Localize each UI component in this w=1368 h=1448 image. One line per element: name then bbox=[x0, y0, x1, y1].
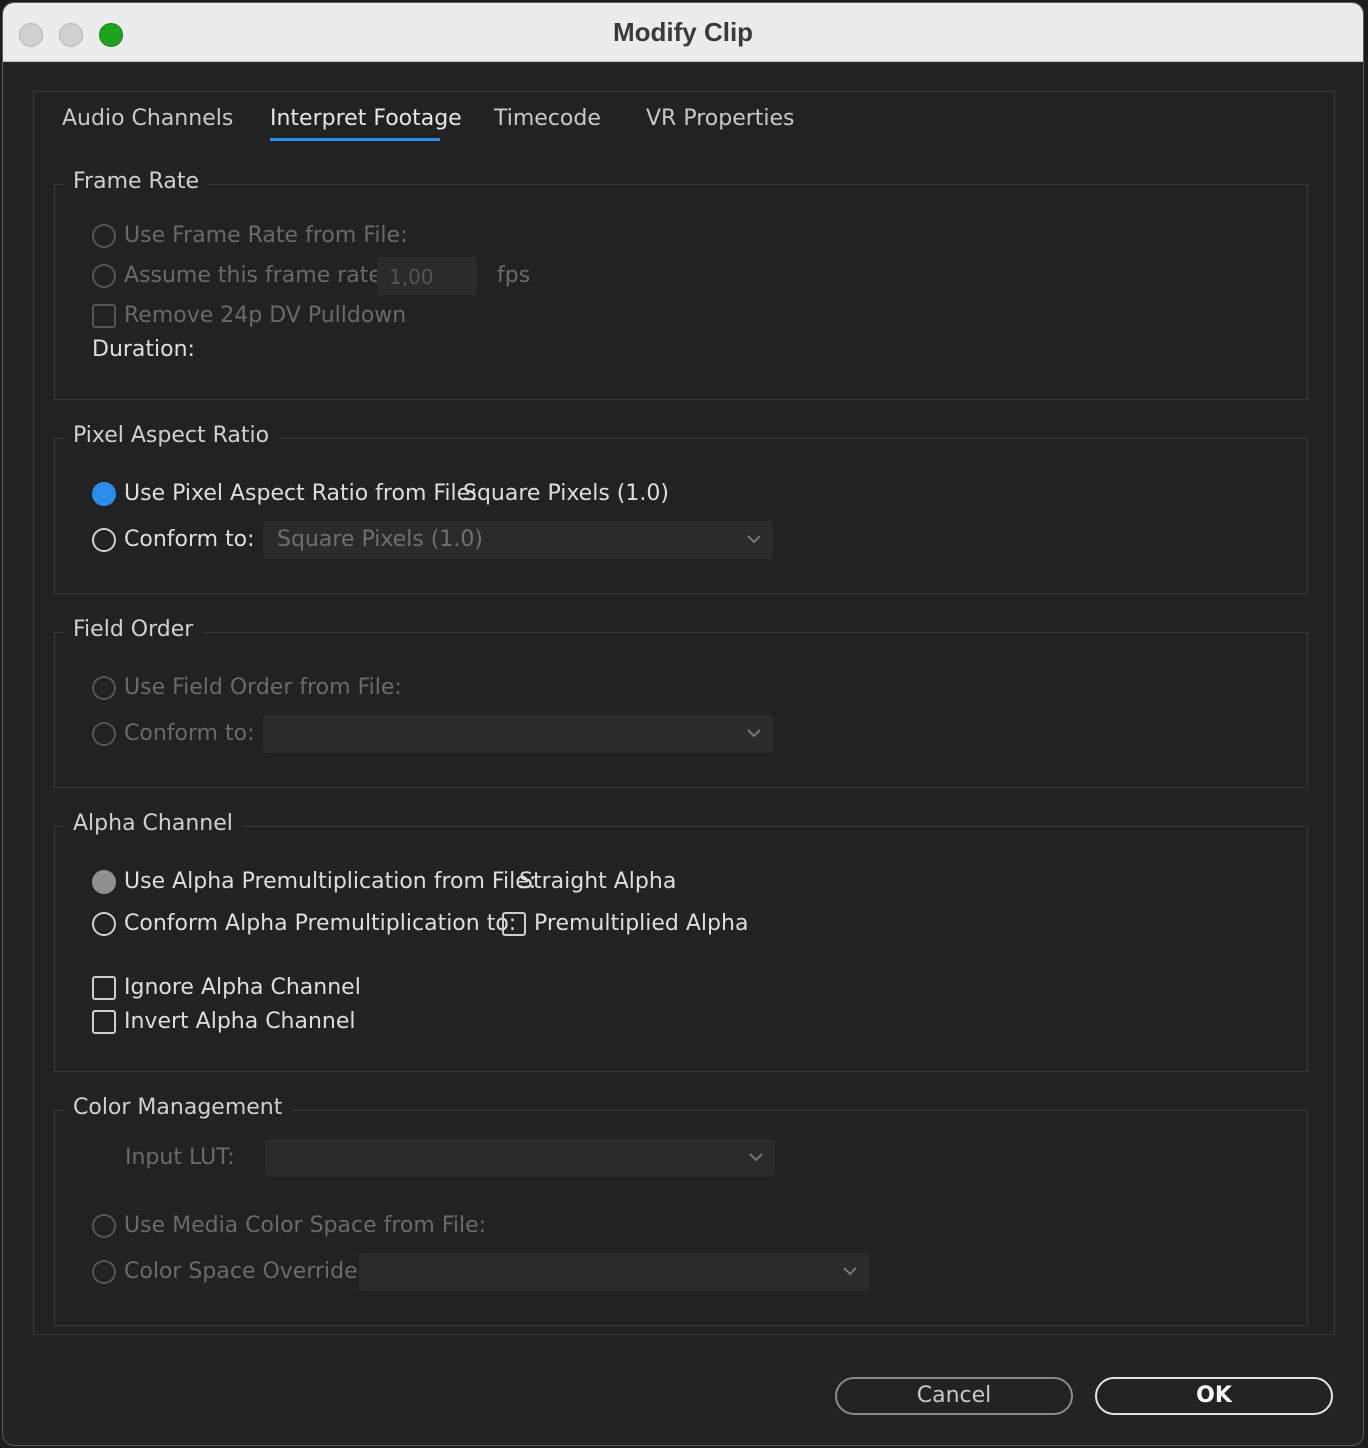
alpha-channel-legend: Alpha Channel bbox=[63, 811, 243, 836]
color-space-override-option[interactable]: Color Space Override: bbox=[92, 1259, 365, 1284]
chevron-down-icon bbox=[747, 535, 761, 544]
use-alpha-radio[interactable] bbox=[92, 869, 116, 894]
conform-field-order-option[interactable]: Conform to: bbox=[92, 721, 255, 746]
use-alpha-label: Use Alpha Premultiplication from File: bbox=[124, 869, 537, 894]
duration-label: Duration: bbox=[92, 337, 195, 362]
active-tab-indicator bbox=[270, 138, 440, 141]
remove-pulldown-checkbox[interactable] bbox=[92, 303, 116, 328]
color-management-group: Color Management Input LUT: Use Media Co… bbox=[54, 1095, 1308, 1326]
use-frame-rate-label: Use Frame Rate from File: bbox=[124, 223, 408, 248]
fps-label: fps bbox=[497, 263, 531, 288]
use-frame-rate-radio[interactable] bbox=[92, 223, 116, 248]
tab-interpret-footage[interactable]: Interpret Footage bbox=[270, 106, 462, 131]
use-media-color-space-radio[interactable] bbox=[92, 1213, 116, 1238]
use-pixel-aspect-label: Use Pixel Aspect Ratio from File: bbox=[124, 481, 478, 506]
conform-alpha-radio[interactable] bbox=[92, 911, 116, 936]
window-title: Modify Clip bbox=[612, 17, 754, 47]
use-field-order-from-file-option[interactable]: Use Field Order from File: bbox=[92, 675, 402, 700]
assume-frame-rate-option[interactable]: Assume this frame rate: bbox=[92, 263, 389, 288]
frame-rate-legend: Frame Rate bbox=[63, 169, 209, 194]
frame-rate-input[interactable]: 1,00 bbox=[377, 257, 477, 295]
alpha-file-value: Straight Alpha bbox=[519, 869, 677, 894]
ignore-alpha-label: Ignore Alpha Channel bbox=[124, 975, 361, 1000]
assume-frame-rate-radio[interactable] bbox=[92, 263, 116, 288]
conform-pixel-aspect-option[interactable]: Conform to: bbox=[92, 527, 255, 552]
remove-pulldown-option[interactable]: Remove 24p DV Pulldown bbox=[92, 303, 406, 328]
tab-vr-properties[interactable]: VR Properties bbox=[646, 106, 795, 131]
ignore-alpha-checkbox[interactable] bbox=[92, 975, 116, 1000]
use-pixel-aspect-radio[interactable] bbox=[92, 481, 116, 506]
use-frame-rate-from-file-option[interactable]: Use Frame Rate from File: bbox=[92, 223, 408, 248]
input-lut-dropdown[interactable] bbox=[265, 1139, 775, 1177]
pixel-aspect-legend: Pixel Aspect Ratio bbox=[63, 423, 280, 448]
pixel-aspect-ratio-group: Pixel Aspect Ratio Use Pixel Aspect Rati… bbox=[54, 423, 1308, 594]
chevron-down-icon bbox=[843, 1267, 857, 1276]
color-space-override-radio[interactable] bbox=[92, 1259, 116, 1284]
ok-button[interactable]: OK bbox=[1095, 1377, 1333, 1415]
field-order-dropdown[interactable] bbox=[263, 715, 773, 753]
chevron-down-icon bbox=[749, 1153, 763, 1162]
conform-alpha-label: Conform Alpha Premultiplication to: bbox=[124, 911, 517, 936]
tab-timecode[interactable]: Timecode bbox=[494, 106, 601, 131]
premultiplied-alpha-checkbox[interactable] bbox=[502, 911, 526, 936]
color-space-override-dropdown[interactable] bbox=[359, 1253, 869, 1291]
invert-alpha-checkbox[interactable] bbox=[92, 1009, 116, 1034]
title-bar: Modify Clip bbox=[3, 3, 1363, 62]
frame-rate-group: Frame Rate Use Frame Rate from File: Ass… bbox=[54, 169, 1308, 400]
use-media-color-space-option[interactable]: Use Media Color Space from File: bbox=[92, 1213, 486, 1238]
conform-pixel-aspect-label: Conform to: bbox=[124, 527, 255, 552]
tab-panel: Audio Channels Interpret Footage Timecod… bbox=[33, 91, 1335, 1335]
field-order-legend: Field Order bbox=[63, 617, 204, 642]
assume-frame-rate-label: Assume this frame rate: bbox=[124, 263, 390, 288]
color-management-legend: Color Management bbox=[63, 1095, 293, 1120]
ignore-alpha-option[interactable]: Ignore Alpha Channel bbox=[92, 975, 361, 1000]
remove-pulldown-label: Remove 24p DV Pulldown bbox=[124, 303, 407, 328]
input-lut-label: Input LUT: bbox=[125, 1145, 235, 1170]
use-pixel-aspect-from-file-option[interactable]: Use Pixel Aspect Ratio from File: bbox=[92, 481, 478, 506]
color-space-override-label: Color Space Override: bbox=[124, 1259, 366, 1284]
pixel-aspect-dropdown[interactable]: Square Pixels (1.0) bbox=[263, 521, 773, 559]
pixel-aspect-dropdown-value: Square Pixels (1.0) bbox=[277, 527, 483, 552]
field-order-group: Field Order Use Field Order from File: C… bbox=[54, 617, 1308, 788]
premultiplied-alpha-label: Premultiplied Alpha bbox=[534, 911, 749, 936]
conform-pixel-aspect-radio[interactable] bbox=[92, 527, 116, 552]
use-field-order-label: Use Field Order from File: bbox=[124, 675, 402, 700]
use-field-order-radio[interactable] bbox=[92, 675, 116, 700]
use-alpha-from-file-option[interactable]: Use Alpha Premultiplication from File: bbox=[92, 869, 536, 894]
conform-field-order-radio[interactable] bbox=[92, 721, 116, 746]
tab-audio-channels[interactable]: Audio Channels bbox=[62, 106, 233, 131]
alpha-channel-group: Alpha Channel Use Alpha Premultiplicatio… bbox=[54, 811, 1308, 1072]
invert-alpha-option[interactable]: Invert Alpha Channel bbox=[92, 1009, 356, 1034]
invert-alpha-label: Invert Alpha Channel bbox=[124, 1009, 356, 1034]
modify-clip-dialog: Modify Clip Audio Channels Interpret Foo… bbox=[2, 2, 1364, 1446]
use-media-color-space-label: Use Media Color Space from File: bbox=[124, 1213, 487, 1238]
conform-field-order-label: Conform to: bbox=[124, 721, 255, 746]
conform-alpha-option[interactable]: Conform Alpha Premultiplication to: bbox=[92, 911, 516, 936]
cancel-button[interactable]: Cancel bbox=[835, 1377, 1073, 1415]
pixel-aspect-file-value: Square Pixels (1.0) bbox=[463, 481, 669, 506]
premultiplied-alpha-option[interactable]: Premultiplied Alpha bbox=[502, 911, 748, 936]
chevron-down-icon bbox=[747, 729, 761, 738]
